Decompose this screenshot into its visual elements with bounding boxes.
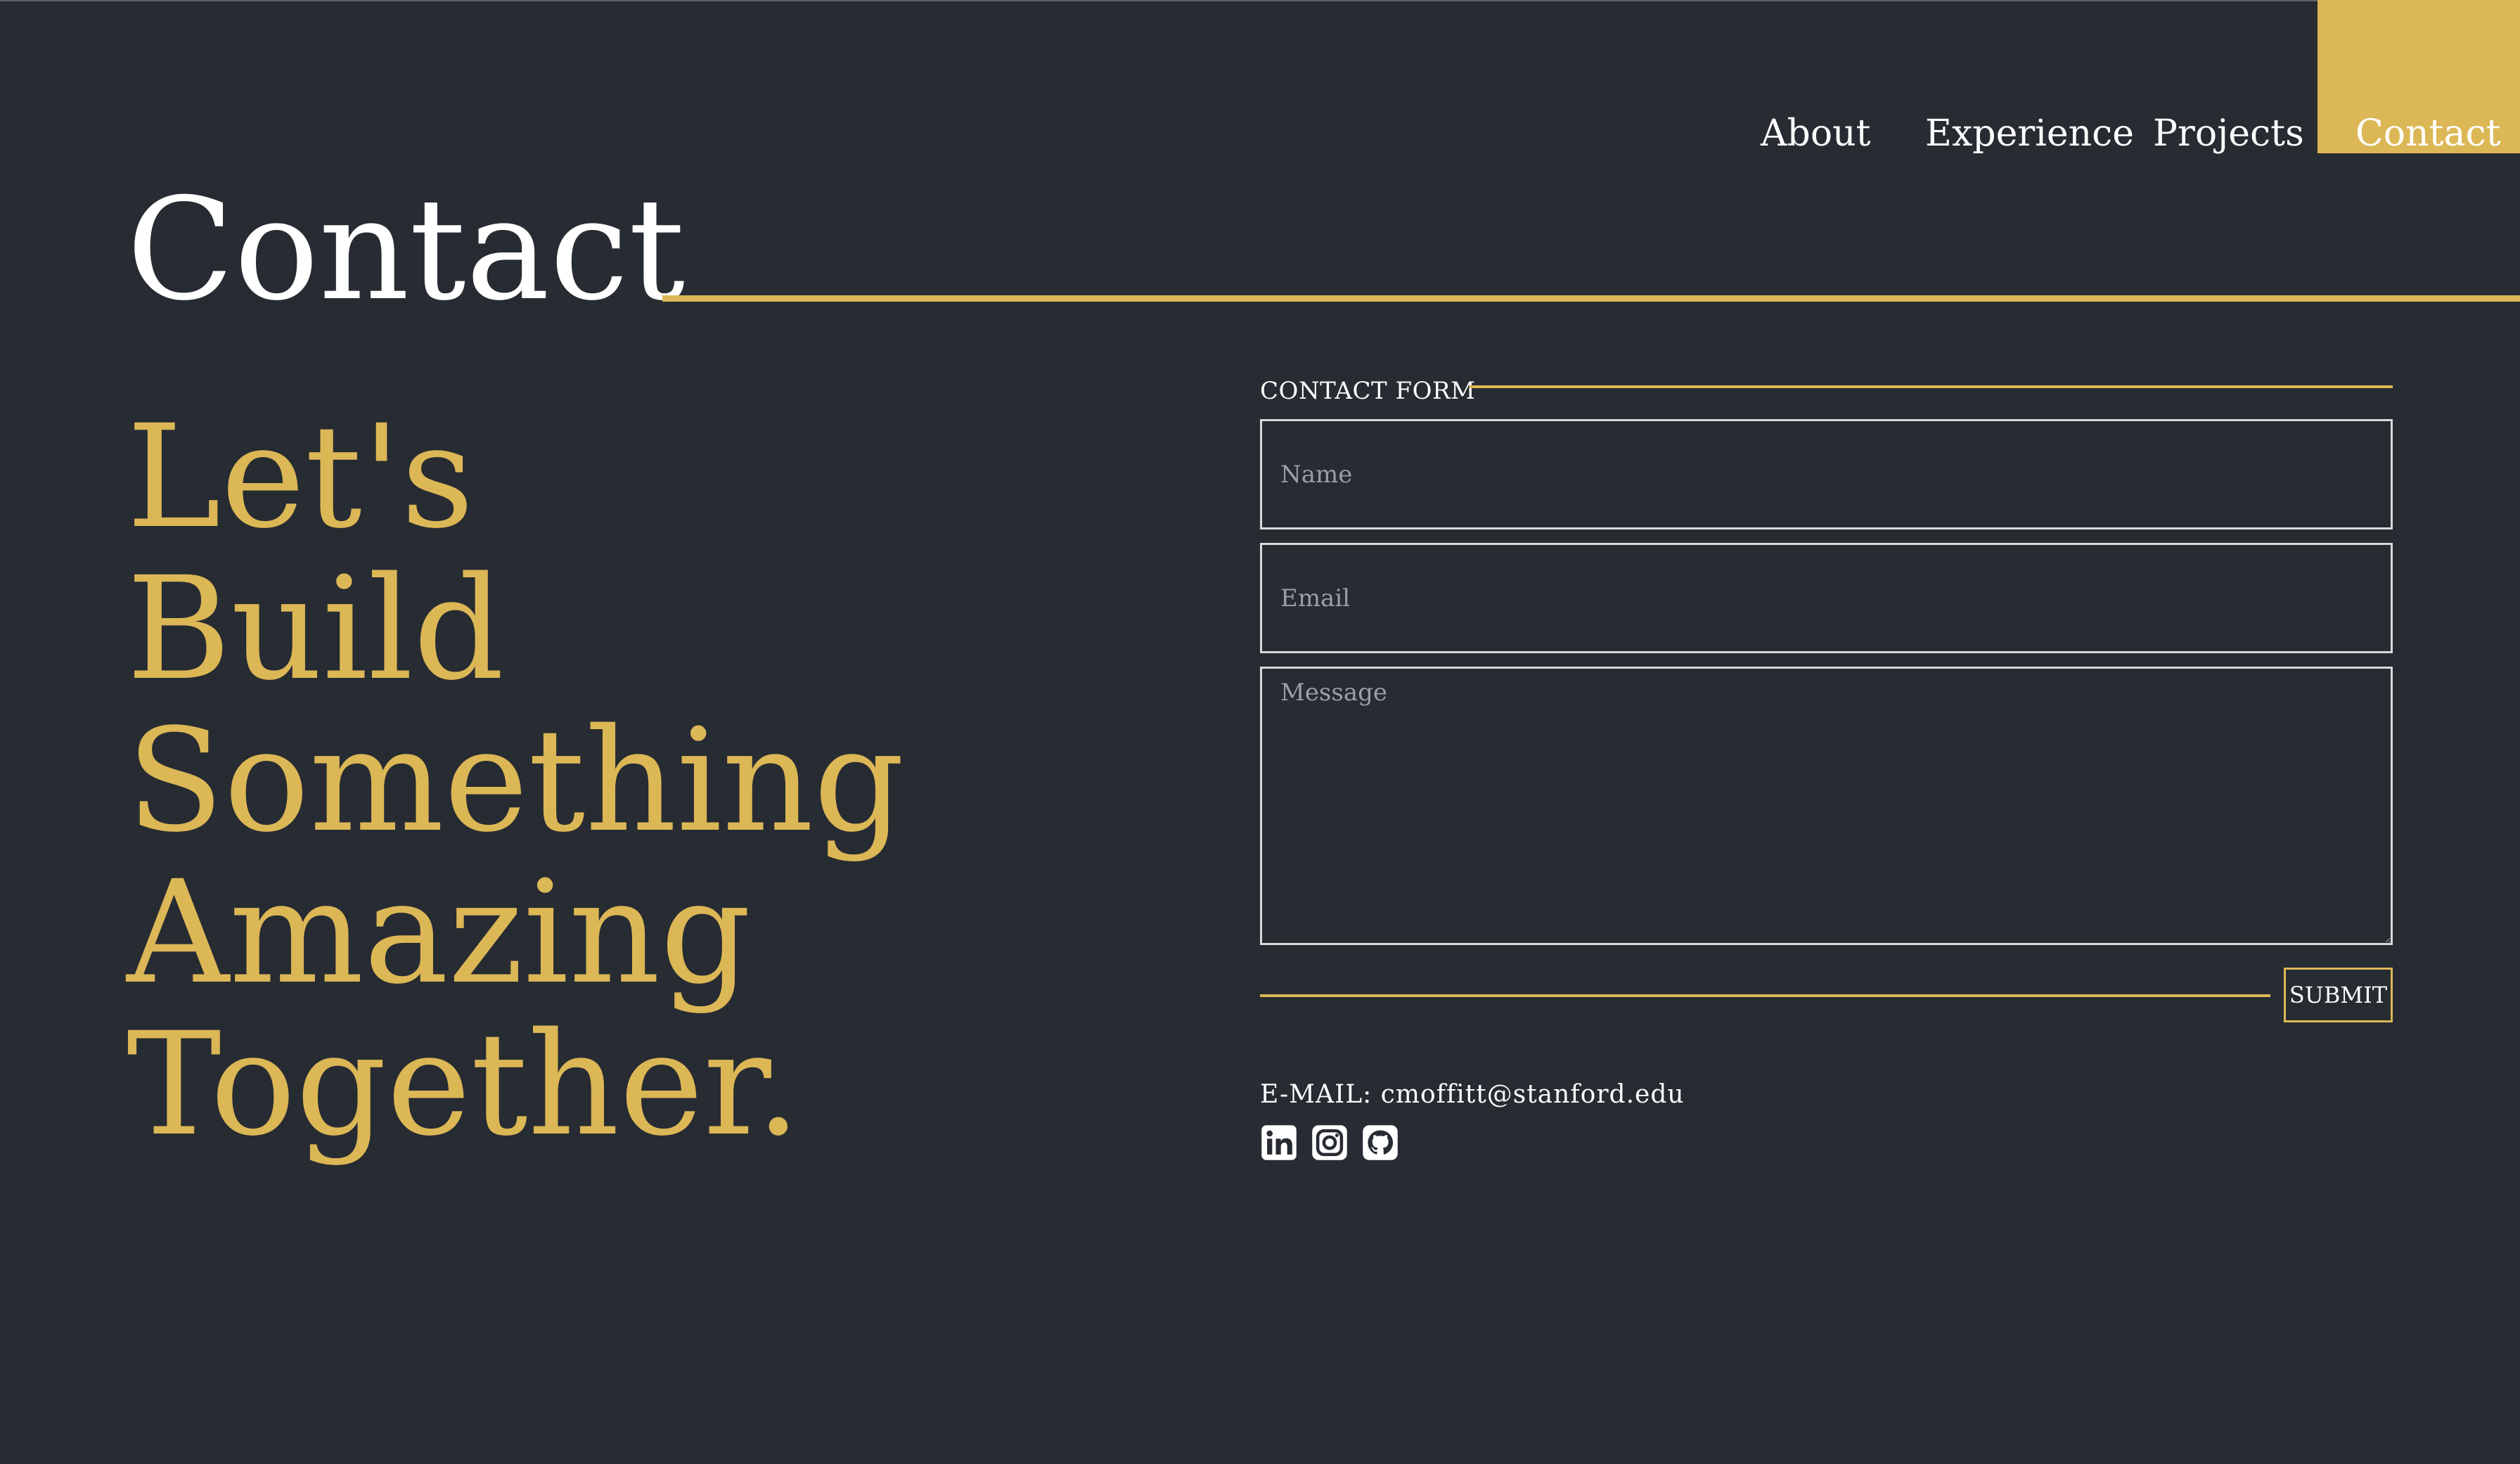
form-label-divider — [1470, 385, 2393, 388]
name-input[interactable] — [1260, 419, 2393, 529]
submit-divider — [1260, 994, 2270, 997]
headline-line: Something — [127, 698, 905, 863]
title-divider — [662, 295, 2520, 302]
headline-line: Together. — [127, 1001, 801, 1167]
email-address: E-MAIL: cmoffitt@stanford.edu — [1260, 1080, 1685, 1109]
linkedin-icon[interactable] — [1260, 1124, 1298, 1162]
page-title: Contact — [127, 168, 686, 332]
top-border — [0, 0, 2520, 1]
nav-item-about[interactable]: About — [1761, 105, 1871, 162]
linkedin-icon-glyph — [1261, 1125, 1297, 1160]
email-input[interactable] — [1260, 543, 2393, 653]
headline-line: Let's — [127, 394, 475, 560]
nav-item-experience[interactable]: Experience — [1925, 105, 2134, 162]
github-icon-glyph — [1363, 1125, 1398, 1160]
nav-item-projects[interactable]: Projects — [2153, 105, 2304, 162]
submit-button[interactable]: SUBMIT — [2284, 968, 2393, 1022]
headline-line: Amazing — [127, 849, 752, 1015]
headline: Let's Build Something Amazing Together. — [127, 401, 904, 1160]
headline-line: Build — [127, 546, 505, 712]
message-textarea[interactable] — [1260, 667, 2393, 945]
instagram-icon-glyph — [1312, 1125, 1347, 1160]
contact-form-label: CONTACT FORM — [1260, 377, 1476, 405]
nav-item-contact[interactable]: Contact — [2355, 105, 2501, 162]
instagram-icon[interactable] — [1311, 1124, 1349, 1162]
github-icon[interactable] — [1361, 1124, 1399, 1162]
